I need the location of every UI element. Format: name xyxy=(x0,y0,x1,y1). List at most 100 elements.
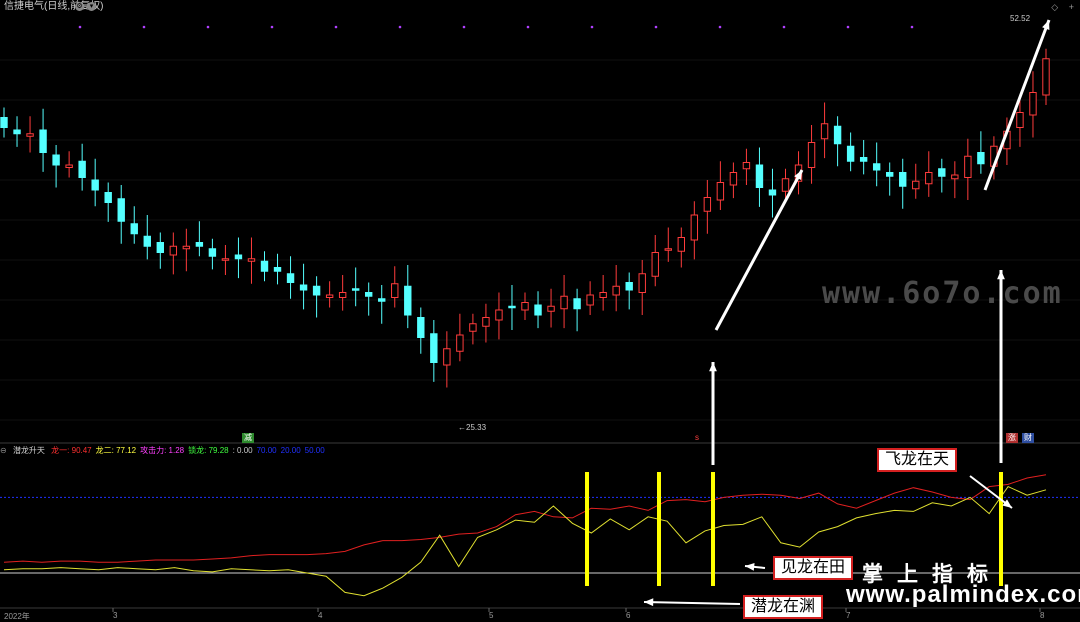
candle-body xyxy=(508,305,516,309)
indicator-name: 潜龙升天 xyxy=(12,446,45,455)
x-axis-label: 5 xyxy=(489,611,494,620)
top-marker-dot xyxy=(334,25,338,29)
x-axis-label: 6 xyxy=(626,611,631,620)
candle-body xyxy=(169,245,178,256)
top-marker-dot xyxy=(270,25,274,29)
candle-body xyxy=(495,309,503,321)
indicator-value-4: : 0.00 xyxy=(232,446,253,455)
candle-body xyxy=(872,163,881,171)
event-marker[interactable]: 财 xyxy=(1022,433,1034,443)
x-axis-label: 3 xyxy=(113,611,118,620)
event-marker[interactable]: 涨 xyxy=(1006,433,1018,443)
top-marker-dot xyxy=(782,25,786,29)
candle-body xyxy=(52,154,60,166)
candle-body xyxy=(469,323,477,332)
candle-body xyxy=(378,298,386,302)
annotation-arrowhead xyxy=(1042,20,1050,30)
candle-body xyxy=(430,333,438,363)
candle-body xyxy=(26,133,34,137)
top-marker-dot xyxy=(718,25,722,29)
top-marker-dot xyxy=(910,25,914,29)
candle-body xyxy=(221,258,230,261)
watermark-url: www.palmindex.com xyxy=(846,581,1080,608)
candle-body xyxy=(351,288,360,291)
candle-body xyxy=(312,285,321,296)
candle-body xyxy=(755,164,764,188)
top-marker-dot xyxy=(846,25,850,29)
candle-body xyxy=(338,292,347,298)
watermark-6070: www.6o7o.com xyxy=(822,276,1063,311)
candle-body xyxy=(573,298,581,310)
candle-body xyxy=(716,182,725,201)
candle-body xyxy=(599,292,607,298)
indicator-value-5: 70.00 xyxy=(256,446,277,455)
candle-body xyxy=(234,254,243,260)
candle-body xyxy=(260,260,269,272)
candle-body xyxy=(208,248,217,257)
candle-body xyxy=(833,125,842,145)
indicator-line-0 xyxy=(3,474,1047,563)
candle-body xyxy=(586,294,594,306)
candle-body xyxy=(130,223,138,235)
candle-body xyxy=(977,152,985,165)
candle-body xyxy=(560,295,568,310)
candle-body xyxy=(365,292,373,297)
candle-body xyxy=(1042,58,1050,96)
event-marker[interactable]: s xyxy=(693,433,701,443)
candle-body xyxy=(13,129,21,135)
candle-body xyxy=(859,157,868,162)
annotation-arrow xyxy=(643,601,741,605)
candle-body xyxy=(65,164,73,168)
indicator-value-0: 龙一: 90.47 xyxy=(51,446,92,455)
candle-body xyxy=(391,283,399,298)
top-marker-dot xyxy=(142,25,146,29)
price-low-label: ←25.33 xyxy=(458,423,487,432)
candle-body xyxy=(1029,92,1037,116)
candle-body xyxy=(547,305,555,312)
candle-body xyxy=(899,172,907,187)
candle-body xyxy=(534,304,542,316)
candle-body xyxy=(846,145,855,162)
candle-body xyxy=(521,302,529,311)
candle-body xyxy=(638,273,646,293)
candle-body xyxy=(781,178,790,192)
candle-body xyxy=(625,282,633,291)
x-axis-label: 8 xyxy=(1040,611,1045,620)
candle-body xyxy=(703,197,712,212)
candle-body xyxy=(273,267,282,272)
candle-body xyxy=(886,172,894,177)
candle-body xyxy=(0,117,8,128)
candle-body xyxy=(912,180,920,190)
indicator-value-1: 龙二: 77.12 xyxy=(95,446,137,455)
indicator-toggle-icon[interactable]: ⊖ xyxy=(0,446,7,455)
candle-body xyxy=(690,214,699,241)
top-marker-dot xyxy=(206,25,210,29)
indicator-header: ⊖ 潜龙升天 龙一: 90.47 龙二: 77.12 攻击力: 1.28 锁龙: 79… xyxy=(0,445,333,457)
callout-jianlong: 见龙在田 xyxy=(773,556,854,580)
x-axis-label: 4 xyxy=(318,611,323,620)
candle-body xyxy=(1016,112,1024,128)
candle-body xyxy=(651,252,659,277)
event-marker[interactable]: 减 xyxy=(242,433,254,443)
candle-body xyxy=(768,189,777,196)
candle-body xyxy=(156,242,165,253)
candle-body xyxy=(286,273,295,283)
candle-body xyxy=(443,348,451,366)
x-axis-label: 7 xyxy=(846,611,851,620)
signal-bar xyxy=(711,472,715,586)
top-marker-dot xyxy=(654,25,658,29)
indicator-value-2: 攻击力: 1.28 xyxy=(140,446,185,455)
x-axis-label: 2022年 xyxy=(4,612,30,621)
candle-body xyxy=(807,142,816,168)
candle-body xyxy=(820,123,829,140)
candle-body xyxy=(742,162,751,170)
candle-body xyxy=(39,129,47,153)
top-marker-dot xyxy=(590,25,594,29)
callout-qianlong: 潜龙在渊 xyxy=(743,595,824,619)
top-marker-dot xyxy=(78,25,82,29)
candle-body xyxy=(456,334,464,352)
indicator-value-3: 锁龙: 79.28 xyxy=(188,446,229,455)
candle-body xyxy=(78,160,86,178)
indicator-value-6: 20.00 xyxy=(280,446,301,455)
candle-body xyxy=(951,174,959,180)
